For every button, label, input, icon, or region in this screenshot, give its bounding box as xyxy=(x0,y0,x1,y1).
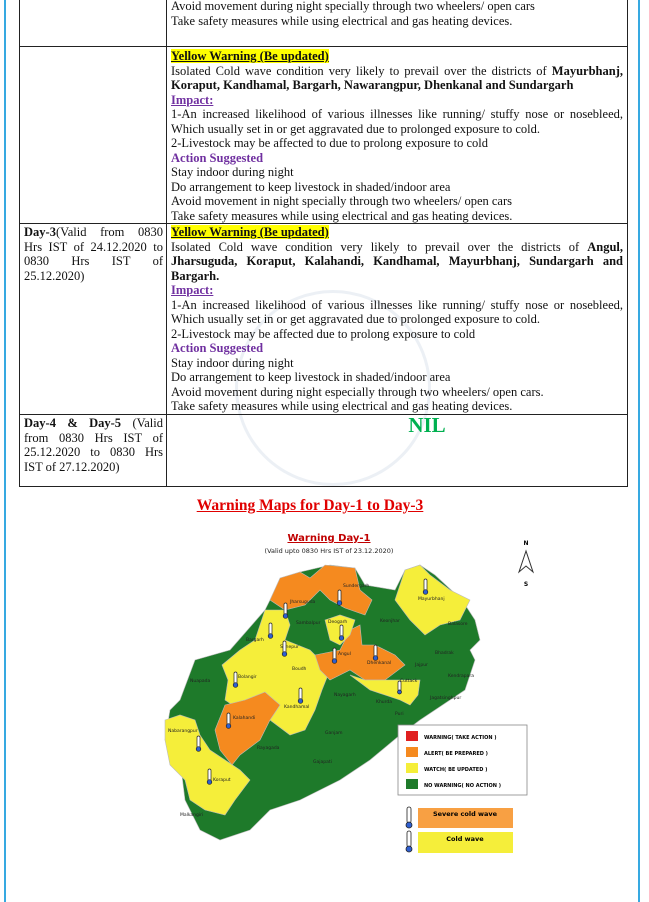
table-row: Avoid movement during night specially th… xyxy=(20,0,627,47)
thermometer-icon xyxy=(282,602,289,619)
svg-text:Koraput: Koraput xyxy=(213,777,231,783)
impact-line: 1-An increased likelihood of various ill… xyxy=(171,107,623,136)
svg-text:Bargarh: Bargarh xyxy=(246,637,264,643)
district-regions xyxy=(164,564,481,841)
legend-label: NO WARNING( NO ACTION ) xyxy=(424,783,501,789)
nil-status: NIL xyxy=(408,413,446,437)
svg-text:Kendrapara: Kendrapara xyxy=(448,673,474,679)
impact-label: Impact: xyxy=(171,283,214,297)
svg-text:Angul: Angul xyxy=(338,651,351,657)
page-border-left xyxy=(4,0,6,902)
svg-text:S: S xyxy=(524,581,528,588)
svg-text:Nabarangpur: Nabarangpur xyxy=(168,728,198,734)
thermometer-icon xyxy=(281,640,288,657)
svg-text:Jharsuguda: Jharsuguda xyxy=(289,599,316,605)
warning-map-day-1: Warning Day-1 (Valid upto 0830 Hrs IST o… xyxy=(164,533,535,853)
thermometer-icon xyxy=(405,806,413,829)
day-cell: Day-4 & Day-5 (Valid from 0830 Hrs IST o… xyxy=(20,415,167,486)
cold-wave-legend: Severe cold wave Cold wave xyxy=(405,806,513,853)
yellow-warning-label: Yellow Warning (Be updated) xyxy=(171,225,329,239)
map-title: Warning Day-1 xyxy=(287,533,370,544)
svg-text:Kalahandi: Kalahandi xyxy=(233,715,255,721)
legend-label: ALERT( BE PREPARED ) xyxy=(424,751,488,757)
thermometer-icon xyxy=(232,671,239,688)
svg-text:Boudh: Boudh xyxy=(292,666,307,672)
impact-line: 1-An increased likelihood of various ill… xyxy=(171,297,623,327)
svg-text:Sambalpur: Sambalpur xyxy=(296,620,321,626)
impact-line: 2-Livestock may be affected to due to pr… xyxy=(171,136,489,150)
thermometer-icon xyxy=(336,589,343,606)
legend-label: WARNING( TAKE ACTION ) xyxy=(424,735,497,741)
svg-text:Gajapati: Gajapati xyxy=(313,759,332,765)
warning-legend: WARNING( TAKE ACTION ) ALERT( BE PREPARE… xyxy=(397,724,528,796)
legend-label: Cold wave xyxy=(446,835,484,843)
thermometer-icon xyxy=(405,830,413,853)
map-subtitle: (Valid upto 0830 Hrs IST of 23.12.2020) xyxy=(265,547,394,555)
svg-text:Sundergarh: Sundergarh xyxy=(343,583,369,589)
thermometer-icon xyxy=(267,622,274,639)
svg-text:Nuapada: Nuapada xyxy=(190,678,210,684)
action-line: Take safety measures while using electri… xyxy=(171,13,513,28)
warning-text: Isolated Cold wave condition very likely… xyxy=(171,63,623,93)
action-line: Stay indoor during night xyxy=(171,355,294,370)
action-line: Do arrangement to keep livestock in shad… xyxy=(171,179,451,194)
action-line: Avoid movement during night specially th… xyxy=(171,0,535,13)
action-line: Stay indoor during night xyxy=(171,165,294,179)
day-cell: Day-3(Valid from 0830 Hrs IST of 24.12.2… xyxy=(20,224,167,414)
warning-text: Isolated Cold wave condition very likely… xyxy=(171,239,623,283)
action-label: Action Suggested xyxy=(171,150,264,165)
svg-text:Balasore: Balasore xyxy=(448,621,468,627)
svg-text:Deogarh: Deogarh xyxy=(328,619,347,625)
maps-title: Warning Maps for Day-1 to Day-3 xyxy=(196,497,424,514)
svg-text:Jajpur: Jajpur xyxy=(414,662,428,668)
page-border-right xyxy=(638,0,640,902)
svg-text:Dhenkanal: Dhenkanal xyxy=(367,660,391,666)
svg-text:Jagatsinghpur: Jagatsinghpur xyxy=(429,695,461,701)
impact-label: Impact: xyxy=(171,92,214,107)
svg-text:N: N xyxy=(523,540,528,547)
svg-text:Mayurbhanj: Mayurbhanj xyxy=(418,596,445,602)
svg-text:Puri: Puri xyxy=(395,711,404,717)
svg-text:Bhadrak: Bhadrak xyxy=(435,650,454,656)
legend-label: Severe cold wave xyxy=(433,810,498,818)
action-line: Take safety measures while using electri… xyxy=(171,208,513,223)
action-line: Do arrangement to keep livestock in shad… xyxy=(171,370,451,384)
svg-text:Bolangir: Bolangir xyxy=(238,674,257,680)
thermometer-icon xyxy=(297,687,304,704)
svg-text:Kandhamal: Kandhamal xyxy=(284,704,309,710)
thermometer-icon xyxy=(331,647,338,664)
svg-text:Keonjhar: Keonjhar xyxy=(380,618,400,624)
table-row: Day-4 & Day-5 (Valid from 0830 Hrs IST o… xyxy=(20,415,627,487)
table-row: Yellow Warning (Be updated) Isolated Col… xyxy=(20,47,627,224)
warning-table: Avoid movement during night specially th… xyxy=(19,0,628,487)
svg-text:Cuttack: Cuttack xyxy=(400,678,418,684)
yellow-warning-label: Yellow Warning (Be updated) xyxy=(171,49,329,63)
thermometer-icon xyxy=(338,624,345,641)
svg-text:Malkangiri: Malkangiri xyxy=(180,812,203,818)
svg-text:Rayagada: Rayagada xyxy=(257,745,280,751)
thermometer-icon xyxy=(206,768,213,785)
action-line: Take safety measures while using electri… xyxy=(171,399,513,413)
svg-text:Ganjam: Ganjam xyxy=(325,730,343,736)
action-line: Avoid movement during night especially t… xyxy=(171,384,544,399)
svg-text:Khurda: Khurda xyxy=(376,699,392,705)
table-row: Day-3(Valid from 0830 Hrs IST of 24.12.2… xyxy=(20,224,627,415)
svg-text:Nayagarh: Nayagarh xyxy=(334,692,356,698)
compass-icon: N S xyxy=(517,540,535,588)
action-label: Action Suggested xyxy=(171,341,264,355)
thermometer-icon xyxy=(195,735,202,752)
impact-line: 2-Livestock may be affected due to prolo… xyxy=(171,326,476,341)
action-line: Avoid movement in night specially throug… xyxy=(171,194,513,208)
legend-label: WATCH( BE UPDATED ) xyxy=(424,767,487,773)
thermometer-icon xyxy=(372,644,379,661)
thermometer-icon xyxy=(225,712,232,729)
thermometer-icon xyxy=(422,578,429,595)
thermometer-icon xyxy=(397,680,402,695)
